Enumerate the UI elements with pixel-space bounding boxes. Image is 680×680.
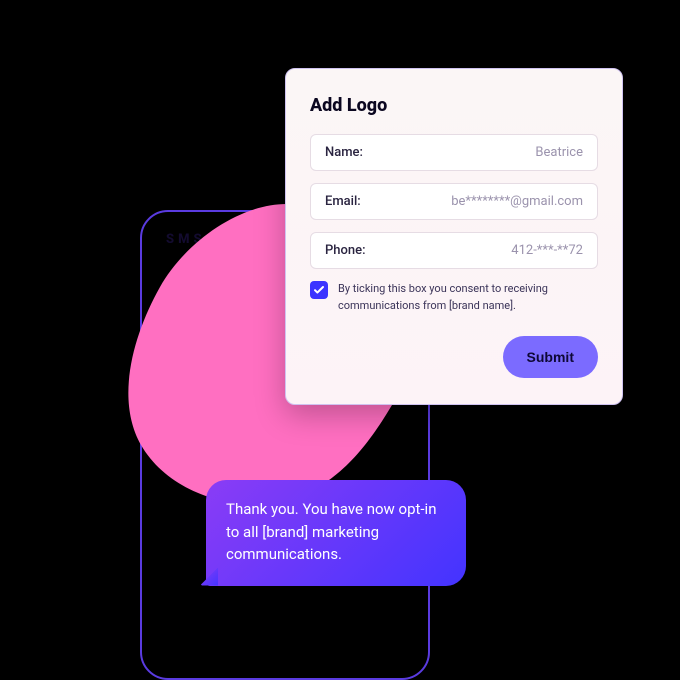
phone-label: Phone: bbox=[325, 243, 366, 258]
email-value: be********@gmail.com bbox=[451, 194, 583, 209]
consent-row: By ticking this box you consent to recei… bbox=[310, 281, 598, 314]
form-title: Add Logo bbox=[310, 95, 598, 116]
submit-button[interactable]: Submit bbox=[503, 336, 598, 378]
confirmation-message-bubble: Thank you. You have now opt-in to all [b… bbox=[206, 480, 466, 586]
phone-field[interactable]: Phone: 412-***-**72 bbox=[310, 232, 598, 269]
confirmation-message-text: Thank you. You have now opt-in to all [b… bbox=[226, 500, 437, 563]
phone-value: 412-***-**72 bbox=[511, 243, 583, 258]
consent-checkbox[interactable] bbox=[310, 281, 328, 299]
consent-text: By ticking this box you consent to recei… bbox=[338, 281, 598, 314]
check-icon bbox=[313, 284, 325, 296]
email-field[interactable]: Email: be********@gmail.com bbox=[310, 183, 598, 220]
name-value: Beatrice bbox=[535, 145, 583, 160]
signup-form-card: Add Logo Name: Beatrice Email: be*******… bbox=[285, 68, 623, 405]
name-label: Name: bbox=[325, 145, 363, 160]
email-label: Email: bbox=[325, 194, 361, 209]
name-field[interactable]: Name: Beatrice bbox=[310, 134, 598, 171]
